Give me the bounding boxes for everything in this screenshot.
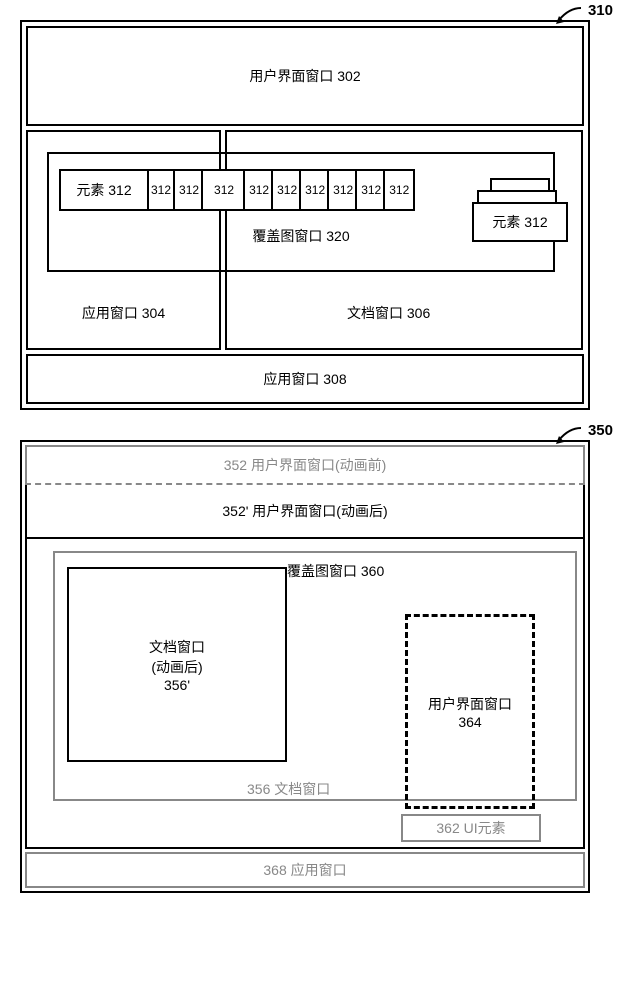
element-row: 元素 312 312 312 312 312 312 312 312 312 3… xyxy=(59,169,415,211)
app-window-308-label: 应用窗口 308 xyxy=(263,369,346,389)
ui-352-label: 352 用户界面窗口(动画前) xyxy=(224,457,387,473)
doc-356p-l1: 文档窗口 xyxy=(149,637,205,657)
figure-310: 310 用户界面窗口 302 应用窗口 304 文档窗口 306 覆盖图窗口 3… xyxy=(20,20,605,410)
figure-310-container: 用户界面窗口 302 应用窗口 304 文档窗口 306 覆盖图窗口 320 元… xyxy=(20,20,590,410)
ui-window-352-before: 352 用户界面窗口(动画前) xyxy=(25,445,585,485)
doc-window-306-label: 文档窗口 306 xyxy=(347,303,430,323)
app-window-304-label: 应用窗口 304 xyxy=(82,303,165,323)
ui-window-364: 用户界面窗口 364 xyxy=(405,614,535,809)
ui-element-362: 362 UI元素 xyxy=(401,814,541,842)
doc-356p-l3: 356' xyxy=(149,677,205,693)
main-area-350: 覆盖图窗口 360 文档窗口 (动画后) 356' 356 文档窗口 用户界面窗… xyxy=(25,539,585,849)
app-window-308: 应用窗口 308 xyxy=(26,354,584,404)
element-312: 312 xyxy=(201,169,247,211)
app-368-label: 368 应用窗口 xyxy=(263,860,346,880)
figure-ref-310: 310 xyxy=(588,2,613,19)
doc-window-356-after: 文档窗口 (动画后) 356' xyxy=(67,567,287,762)
ui-364-l2: 364 xyxy=(428,714,512,730)
overlay-360-label: 覆盖图窗口 360 xyxy=(287,561,384,581)
figure-350-container: 352 用户界面窗口(动画前) 352' 用户界面窗口(动画后) 覆盖图窗口 3… xyxy=(20,440,590,893)
overlay-320-label: 覆盖图窗口 320 xyxy=(252,226,349,246)
ui-window-302: 用户界面窗口 302 xyxy=(26,26,584,126)
figure-350: 350 352 用户界面窗口(动画前) 352' 用户界面窗口(动画后) 覆盖图… xyxy=(20,440,605,893)
ui-window-352-after: 352' 用户界面窗口(动画后) xyxy=(25,485,585,539)
doc-356-label: 356 文档窗口 xyxy=(247,779,330,799)
overlay-window-320: 覆盖图窗口 320 元素 312 312 312 312 312 312 312… xyxy=(47,152,555,272)
mid-section: 应用窗口 304 文档窗口 306 覆盖图窗口 320 元素 312 312 3… xyxy=(22,130,588,350)
element-312-tail: 元素 312 xyxy=(472,202,568,242)
ui-window-302-label: 用户界面窗口 302 xyxy=(249,66,360,86)
ui-352p-label: 352' 用户界面窗口(动画后) xyxy=(222,503,387,519)
ui-362-label: 362 UI元素 xyxy=(436,818,505,838)
doc-356p-l2: (动画后) xyxy=(149,657,205,677)
ui-364-l1: 用户界面窗口 xyxy=(428,694,512,714)
element-312: 312 xyxy=(383,169,415,211)
figure-ref-350: 350 xyxy=(588,422,613,439)
element-312-main: 元素 312 xyxy=(59,169,149,211)
app-window-368: 368 应用窗口 xyxy=(25,852,585,888)
